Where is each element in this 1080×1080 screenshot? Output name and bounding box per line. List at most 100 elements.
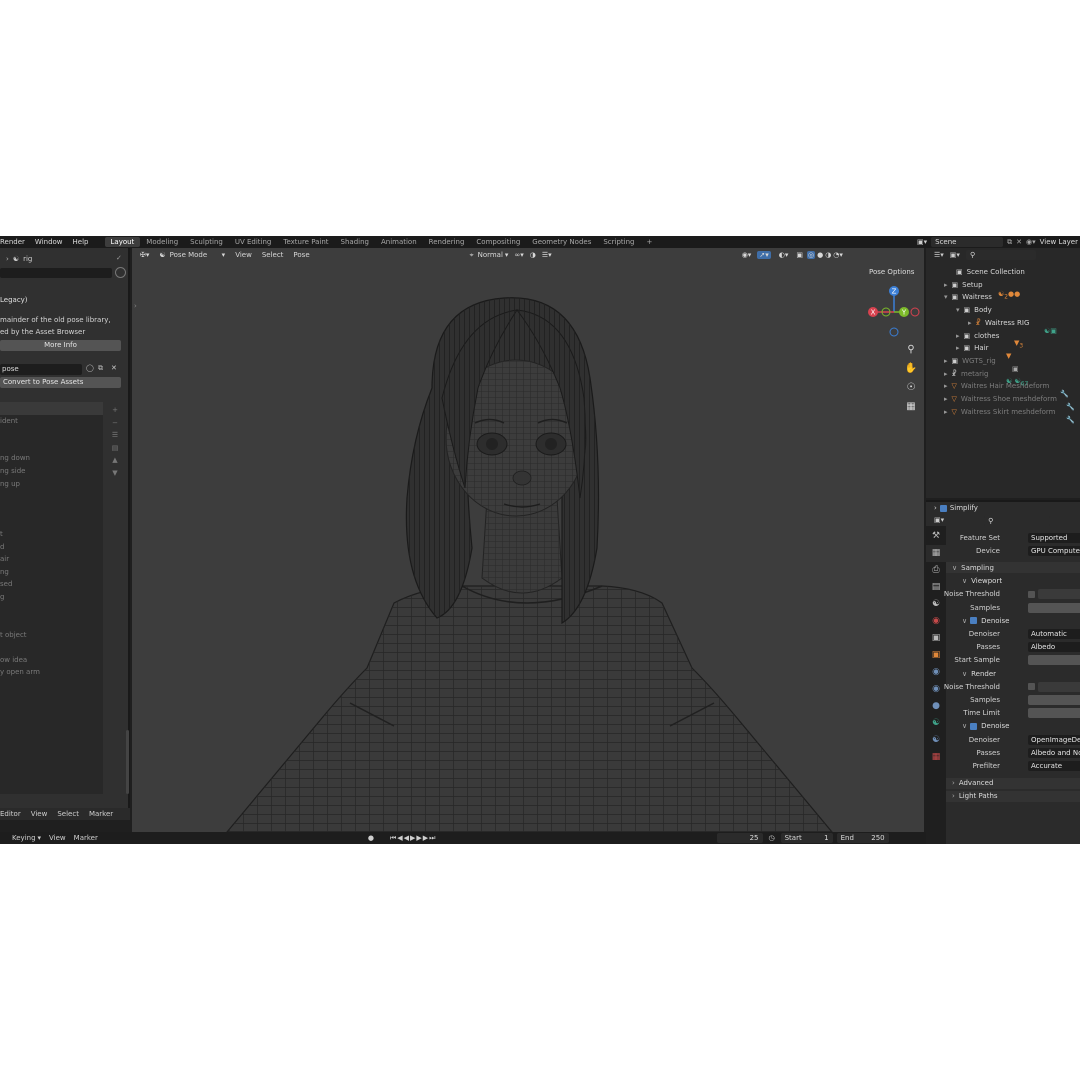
convert-to-pose-assets-button[interactable]: Convert to Pose Assets: [0, 377, 121, 388]
editor-view-menu[interactable]: View: [31, 810, 48, 818]
timeline-marker-menu[interactable]: Marker: [74, 834, 98, 842]
workspace-tab-geometry-nodes[interactable]: Geometry Nodes: [526, 237, 597, 247]
remove-pose-icon[interactable]: −: [109, 417, 121, 430]
chevron-right-icon[interactable]: ▸: [956, 344, 960, 352]
list-item[interactable]: ident: [0, 415, 103, 428]
property-value-field[interactable]: 1: [1028, 602, 1080, 613]
outliner-row[interactable]: ▸ ▣ clothes: [956, 330, 999, 342]
property-value-field[interactable]: 1: [1028, 655, 1080, 666]
move-down-icon[interactable]: ▼: [109, 467, 121, 480]
list-item[interactable]: sed: [0, 578, 103, 591]
list-item[interactable]: t: [0, 528, 103, 541]
workspace-tab-compositing[interactable]: Compositing: [470, 237, 526, 247]
add-workspace-button[interactable]: +: [640, 237, 658, 247]
scene-field[interactable]: Scene: [931, 237, 1004, 247]
list-item[interactable]: d: [0, 541, 103, 554]
list-item[interactable]: ng side: [0, 465, 103, 478]
current-frame-field[interactable]: 25: [716, 833, 763, 843]
list-item[interactable]: ng up: [0, 478, 103, 491]
chevron-down-icon[interactable]: ▾: [944, 293, 948, 301]
menu-render[interactable]: Render: [0, 238, 25, 246]
constraints-tab-icon[interactable]: ☯: [926, 715, 946, 732]
chevron-right-icon[interactable]: ▸: [944, 395, 948, 403]
workspace-tab-texture-paint[interactable]: Texture Paint: [277, 237, 334, 247]
chevron-down-icon[interactable]: ∨: [952, 564, 957, 572]
denoise-checkbox[interactable]: [970, 722, 978, 730]
noise-threshold-checkbox[interactable]: [1028, 683, 1035, 691]
end-frame-field[interactable]: End 250: [836, 833, 889, 843]
apply-pose-icon[interactable]: ☰: [109, 429, 121, 442]
clock-icon[interactable]: ◷: [769, 834, 775, 842]
noise-threshold-checkbox[interactable]: [1028, 590, 1035, 598]
editor-menu[interactable]: Editor: [0, 810, 21, 818]
timeline-view-menu[interactable]: View: [49, 834, 66, 842]
chevron-right-icon[interactable]: ›: [934, 504, 937, 512]
workspace-tab-sculpting[interactable]: Sculpting: [184, 237, 229, 247]
workspace-tab-rendering[interactable]: Rendering: [423, 237, 471, 247]
chevron-right-icon[interactable]: ▸: [944, 382, 948, 390]
scene-tab-icon[interactable]: ☯: [926, 596, 946, 613]
sanitize-icon[interactable]: ▤: [109, 442, 121, 455]
grid-icon[interactable]: ▦: [904, 397, 918, 416]
filter-icon[interactable]: [115, 267, 126, 278]
chevron-right-icon[interactable]: ▸: [944, 408, 948, 416]
section-label[interactable]: Viewport: [971, 577, 1002, 585]
list-item[interactable]: y open arm: [0, 666, 103, 679]
chevron-right-icon[interactable]: ▸: [956, 332, 960, 340]
chevron-right-icon[interactable]: ▸: [944, 370, 948, 378]
delete-scene-icon[interactable]: ✕: [1016, 238, 1022, 246]
simplify-checkbox[interactable]: [939, 504, 947, 512]
list-item[interactable]: [0, 402, 103, 415]
duplicate-icon[interactable]: ⧉: [98, 364, 103, 373]
outliner-row[interactable]: ▸ ▽ Waitress Skirt meshdeform: [944, 406, 1055, 418]
chevron-right-icon[interactable]: ›: [952, 792, 955, 800]
list-item[interactable]: [0, 503, 103, 516]
list-item[interactable]: ng: [0, 566, 103, 579]
zoom-icon[interactable]: ⚲: [904, 340, 918, 359]
list-item[interactable]: [0, 616, 103, 629]
chevron-right-icon[interactable]: ▸: [968, 319, 972, 327]
texture-tab-icon[interactable]: ▦: [926, 749, 946, 766]
modifier-tab-icon[interactable]: ◉: [926, 664, 946, 681]
outliner-row[interactable]: ▸ ▽ Waitres Hair Meshdeform: [944, 380, 1049, 392]
list-scrollbar[interactable]: [126, 730, 129, 794]
properties-search-input[interactable]: ⚲: [984, 516, 1051, 526]
section-label[interactable]: Sampling: [961, 564, 994, 572]
pose-list[interactable]: ident ng down ng side ng up t d air ng sed g t obj…: [0, 402, 103, 794]
playback-controls[interactable]: ⏮◀◀▶▶▶⏭: [390, 834, 437, 843]
property-value-field[interactable]: Supported: [1028, 532, 1080, 543]
property-value-field[interactable]: 1: [1028, 694, 1080, 705]
workspace-tab-scripting[interactable]: Scripting: [597, 237, 640, 247]
noise-threshold-field[interactable]: [1038, 589, 1080, 600]
outliner-row[interactable]: ▸ ☧ Waitress RIG: [968, 317, 1029, 329]
keying-menu[interactable]: Keying: [12, 834, 36, 842]
property-value-field[interactable]: Accurate: [1028, 760, 1080, 771]
navigation-gizmo[interactable]: Z X Y: [864, 284, 924, 340]
outliner-row[interactable]: ▾ ▣ Waitress: [944, 291, 992, 303]
move-up-icon[interactable]: ▲: [109, 454, 121, 467]
outliner-row[interactable]: ▣ Scene Collection: [952, 266, 1025, 278]
chevron-right-icon[interactable]: ▸: [944, 281, 948, 289]
data-tab-icon[interactable]: ☯: [926, 732, 946, 749]
property-value-field[interactable]: Albedo and Nor: [1028, 747, 1080, 758]
list-item[interactable]: air: [0, 553, 103, 566]
editor-select-menu[interactable]: Select: [57, 810, 79, 818]
outliner-row[interactable]: ▸ ☧ metarig: [944, 368, 988, 380]
property-value-field[interactable]: OpenImageDen: [1028, 734, 1080, 745]
outliner-row[interactable]: ▸ ▽ Waitress Shoe meshdeform: [944, 393, 1057, 405]
workspace-tab-uv-editing[interactable]: UV Editing: [229, 237, 278, 247]
object-tab-icon[interactable]: ▣: [926, 647, 946, 664]
add-pose-icon[interactable]: +: [109, 404, 121, 417]
list-item[interactable]: ng down: [0, 452, 103, 465]
chevron-down-icon[interactable]: ▾: [956, 306, 960, 314]
workspace-tab-modeling[interactable]: Modeling: [140, 237, 184, 247]
fake-user-icon[interactable]: ◯: [86, 364, 94, 372]
record-icon[interactable]: ●: [368, 834, 374, 842]
display-mode-icon[interactable]: ☰▾: [934, 251, 944, 259]
more-info-button[interactable]: More Info: [0, 340, 121, 351]
collection-tab-icon[interactable]: ▣: [926, 630, 946, 647]
chevron-right-icon[interactable]: ›: [952, 779, 955, 787]
expand-icon[interactable]: ›: [6, 255, 9, 263]
list-item[interactable]: [0, 515, 103, 528]
view-layer-field[interactable]: View Layer: [1040, 238, 1080, 246]
